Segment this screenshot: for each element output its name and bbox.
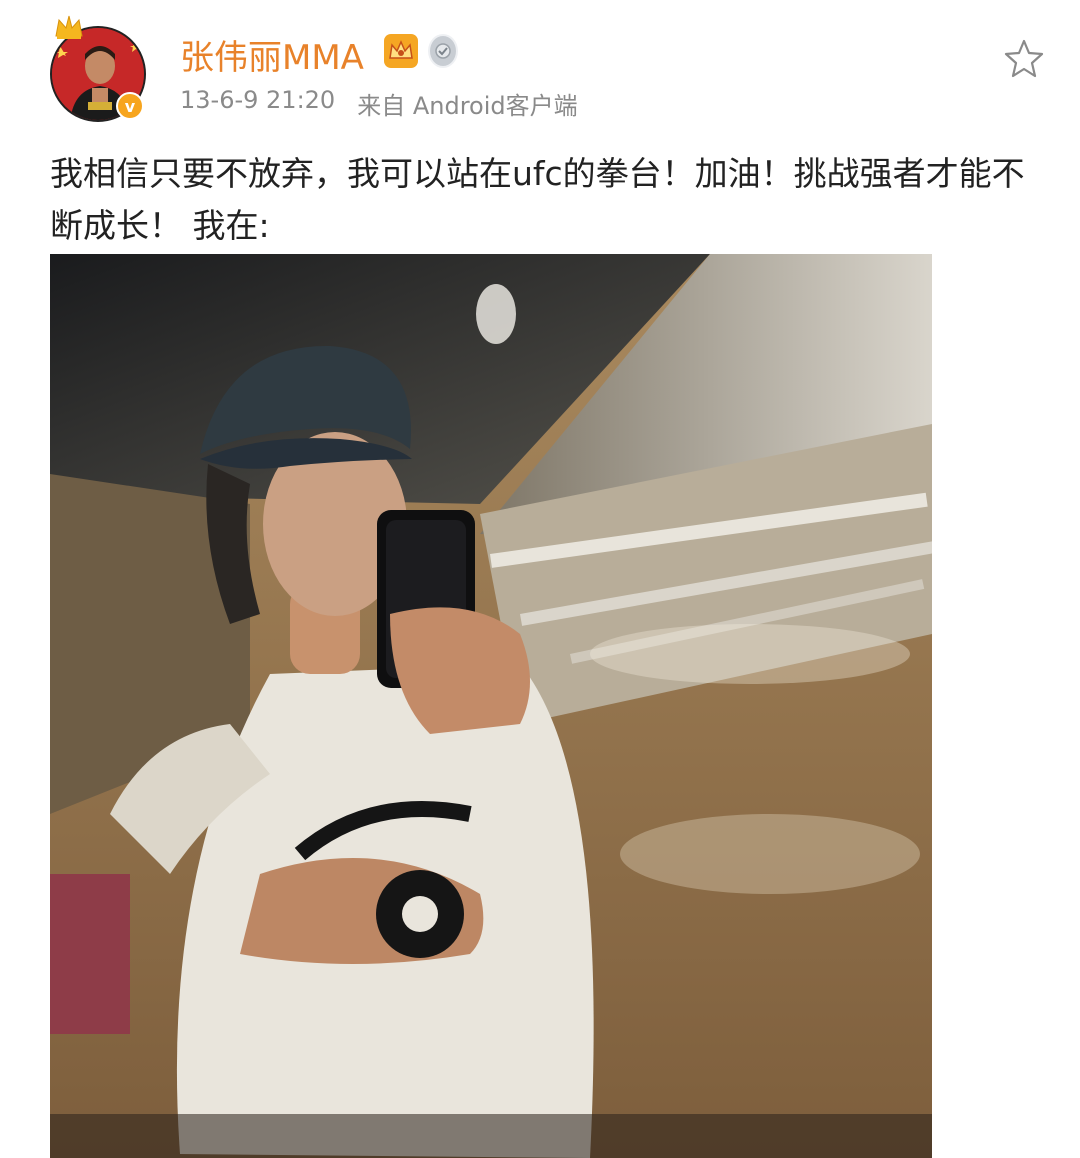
post-text: 我相信只要不放弃，我可以站在ufc的拳台！加油！挑战强者才能不断成长！ 我在:	[50, 154, 1025, 245]
vip-crown-glyph	[389, 40, 413, 59]
post-meta: 13-6-9 21:20 来自 Android客户端	[180, 86, 578, 121]
medal-glyph	[435, 43, 451, 59]
author-badges	[384, 34, 458, 68]
avatar-container[interactable]: v	[50, 15, 146, 122]
post-timestamp: 13-6-9 21:20	[180, 86, 336, 114]
vip-badge-icon[interactable]	[384, 34, 418, 68]
medal-badge-icon[interactable]	[428, 34, 458, 68]
crown-icon	[55, 15, 83, 39]
verified-badge-icon: v	[116, 92, 144, 120]
author-name[interactable]: 张伟丽MMA	[180, 30, 364, 79]
post-source[interactable]: 来自 Android客户端	[357, 86, 577, 121]
post-photo[interactable]	[50, 254, 932, 1158]
star-outline-icon[interactable]	[1004, 38, 1044, 78]
selfie-image	[50, 254, 932, 1158]
